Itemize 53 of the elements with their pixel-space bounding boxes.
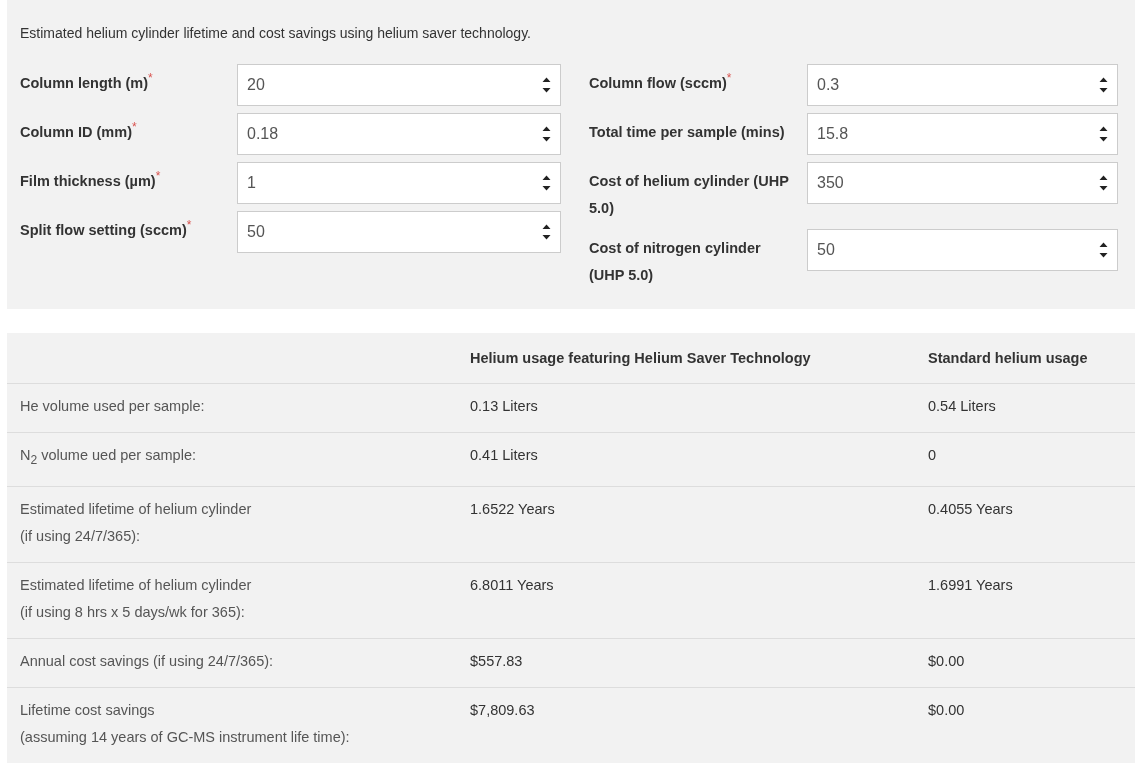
table-cell-text: 0.4055 Years [927, 500, 1014, 519]
table-cell-text: 1.6991 Years [927, 576, 1014, 595]
field-label: Cost of nitrogen cylinder (UHP 5.0) [589, 240, 761, 283]
row-label: He volume used per sample: [20, 397, 206, 417]
row-label: (if using 24/7/365): [20, 527, 142, 546]
required-mark: * [726, 70, 732, 85]
table-cell-text: 0.54 Liters [927, 397, 997, 417]
table-cell-text: $0.00 [927, 652, 966, 671]
row-label: Lifetime cost savings [20, 701, 156, 720]
required-mark: * [131, 119, 137, 134]
field-label: Film thickness (µm) [20, 173, 156, 189]
table-cell-text: 0.41 Liters [469, 446, 539, 466]
row-label: (assuming 14 years of GC-MS instrument life time): [20, 728, 351, 747]
required-mark: * [155, 168, 161, 183]
row-label: Estimated lifetime of helium cylinder [20, 576, 253, 595]
spinner-icon[interactable] [542, 174, 551, 192]
required-mark: * [148, 70, 153, 85]
table-cell-text: $7,809.63 [469, 701, 536, 720]
table-cell-text: $557.83 [469, 652, 524, 671]
spinner-icon[interactable] [542, 76, 551, 94]
field-label: Column ID (mm) [20, 124, 132, 140]
number-field[interactable]: 350 [807, 162, 1118, 204]
number-field[interactable]: 0.3 [807, 64, 1118, 106]
table-cell-text: 6.8011 Years [469, 576, 555, 595]
description: Estimated helium cylinder lifetime and cost savings using helium saver technology. [20, 24, 532, 42]
spinner-icon[interactable] [1099, 174, 1108, 192]
required-mark: * [186, 217, 192, 232]
number-field[interactable]: 1 [237, 162, 561, 204]
number-field[interactable]: 15.8 [807, 113, 1118, 155]
number-field[interactable]: 0.18 [237, 113, 561, 155]
spinner-icon[interactable] [1099, 241, 1108, 259]
field-label: Cost of helium cylinder (UHP 5.0) [589, 173, 789, 216]
number-field[interactable]: 50 [807, 229, 1118, 271]
spinner-icon[interactable] [542, 125, 551, 143]
table-cell-text: 0 [927, 446, 938, 466]
row-label: N$_{2}$ volume ued per sample: [20, 446, 197, 469]
row-label: (if using 8 hrs x 5 days/wk for 365): [20, 603, 246, 622]
field-label: Column flow (sccm) [589, 75, 727, 91]
spinner-icon[interactable] [542, 223, 551, 241]
spinner-icon[interactable] [1099, 125, 1108, 143]
number-field[interactable]: 20 [237, 64, 561, 106]
field-label: Total time per sample (mins) [589, 124, 785, 140]
table-cell-text: $0.00 [927, 701, 966, 720]
table-cell-text: 1.6522 Years [469, 500, 556, 519]
spinner-icon[interactable] [1099, 76, 1108, 94]
number-field[interactable]: 50 [237, 211, 561, 253]
row-label: Annual cost savings (if using 24/7/365): [20, 652, 275, 671]
field-label: Column length (m) [20, 75, 149, 91]
field-label: Split flow setting (sccm) [20, 222, 187, 238]
row-label: Estimated lifetime of helium cylinder [20, 500, 253, 519]
column-header: Standard helium usage [927, 349, 1089, 369]
table-cell-text: 0.13 Liters [469, 397, 539, 417]
column-header: Helium usage featuring Helium Saver Technology [469, 349, 812, 369]
